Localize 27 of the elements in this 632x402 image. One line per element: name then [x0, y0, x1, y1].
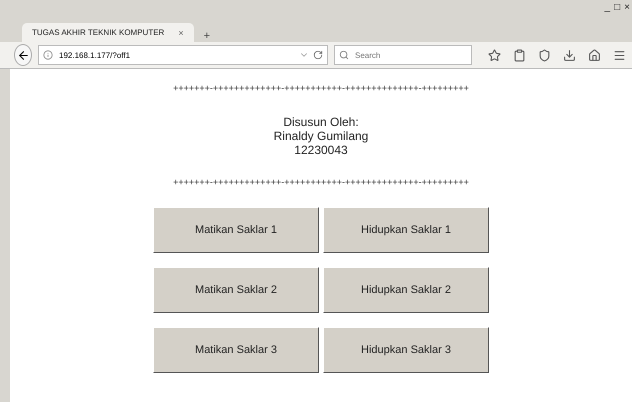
switch-button[interactable]: Hidupkan Saklar 2: [323, 267, 489, 313]
credit-line: Disusun Oleh:: [283, 115, 359, 129]
switch-button[interactable]: Hidupkan Saklar 1: [323, 207, 489, 253]
home-icon[interactable]: [588, 48, 601, 62]
credit-line: 12230043: [294, 143, 348, 157]
switch-button[interactable]: Matikan Saklar 1: [153, 207, 319, 253]
switch-button[interactable]: Matikan Saklar 2: [153, 267, 319, 313]
search-bar[interactable]: Search: [334, 45, 472, 65]
separator-text: +++++++-+++++++++++++-+++++++++++-++++++++++++++-+++++++++: [173, 83, 469, 93]
info-icon: [43, 50, 53, 60]
tab-title: TUGAS AKHIR TEKNIK KOMPUTER: [32, 28, 164, 37]
switch-button[interactable]: Matikan Saklar 3: [153, 327, 319, 373]
back-button[interactable]: [14, 44, 32, 66]
switch-button[interactable]: Hidupkan Saklar 3: [323, 327, 489, 373]
search-icon: [339, 50, 349, 60]
tab-close-button[interactable]: ×: [178, 28, 184, 38]
separator-text: +++++++-+++++++++++++-+++++++++++-++++++++++++++-+++++++++: [173, 177, 469, 187]
address-bar[interactable]: 192.168.1.177/?off1: [38, 45, 328, 65]
credit-line: Rinaldy Gumilang: [274, 129, 368, 143]
browser-tab[interactable]: TUGAS AKHIR TEKNIK KOMPUTER ×: [22, 23, 194, 42]
new-tab-button[interactable]: +: [200, 30, 214, 42]
clipboard-icon[interactable]: [513, 48, 526, 62]
menu-icon[interactable]: [613, 48, 626, 62]
bookmark-icon[interactable]: [488, 48, 501, 62]
back-arrow-icon: [16, 48, 30, 62]
reload-icon[interactable]: [313, 50, 323, 60]
download-icon[interactable]: [563, 48, 576, 62]
